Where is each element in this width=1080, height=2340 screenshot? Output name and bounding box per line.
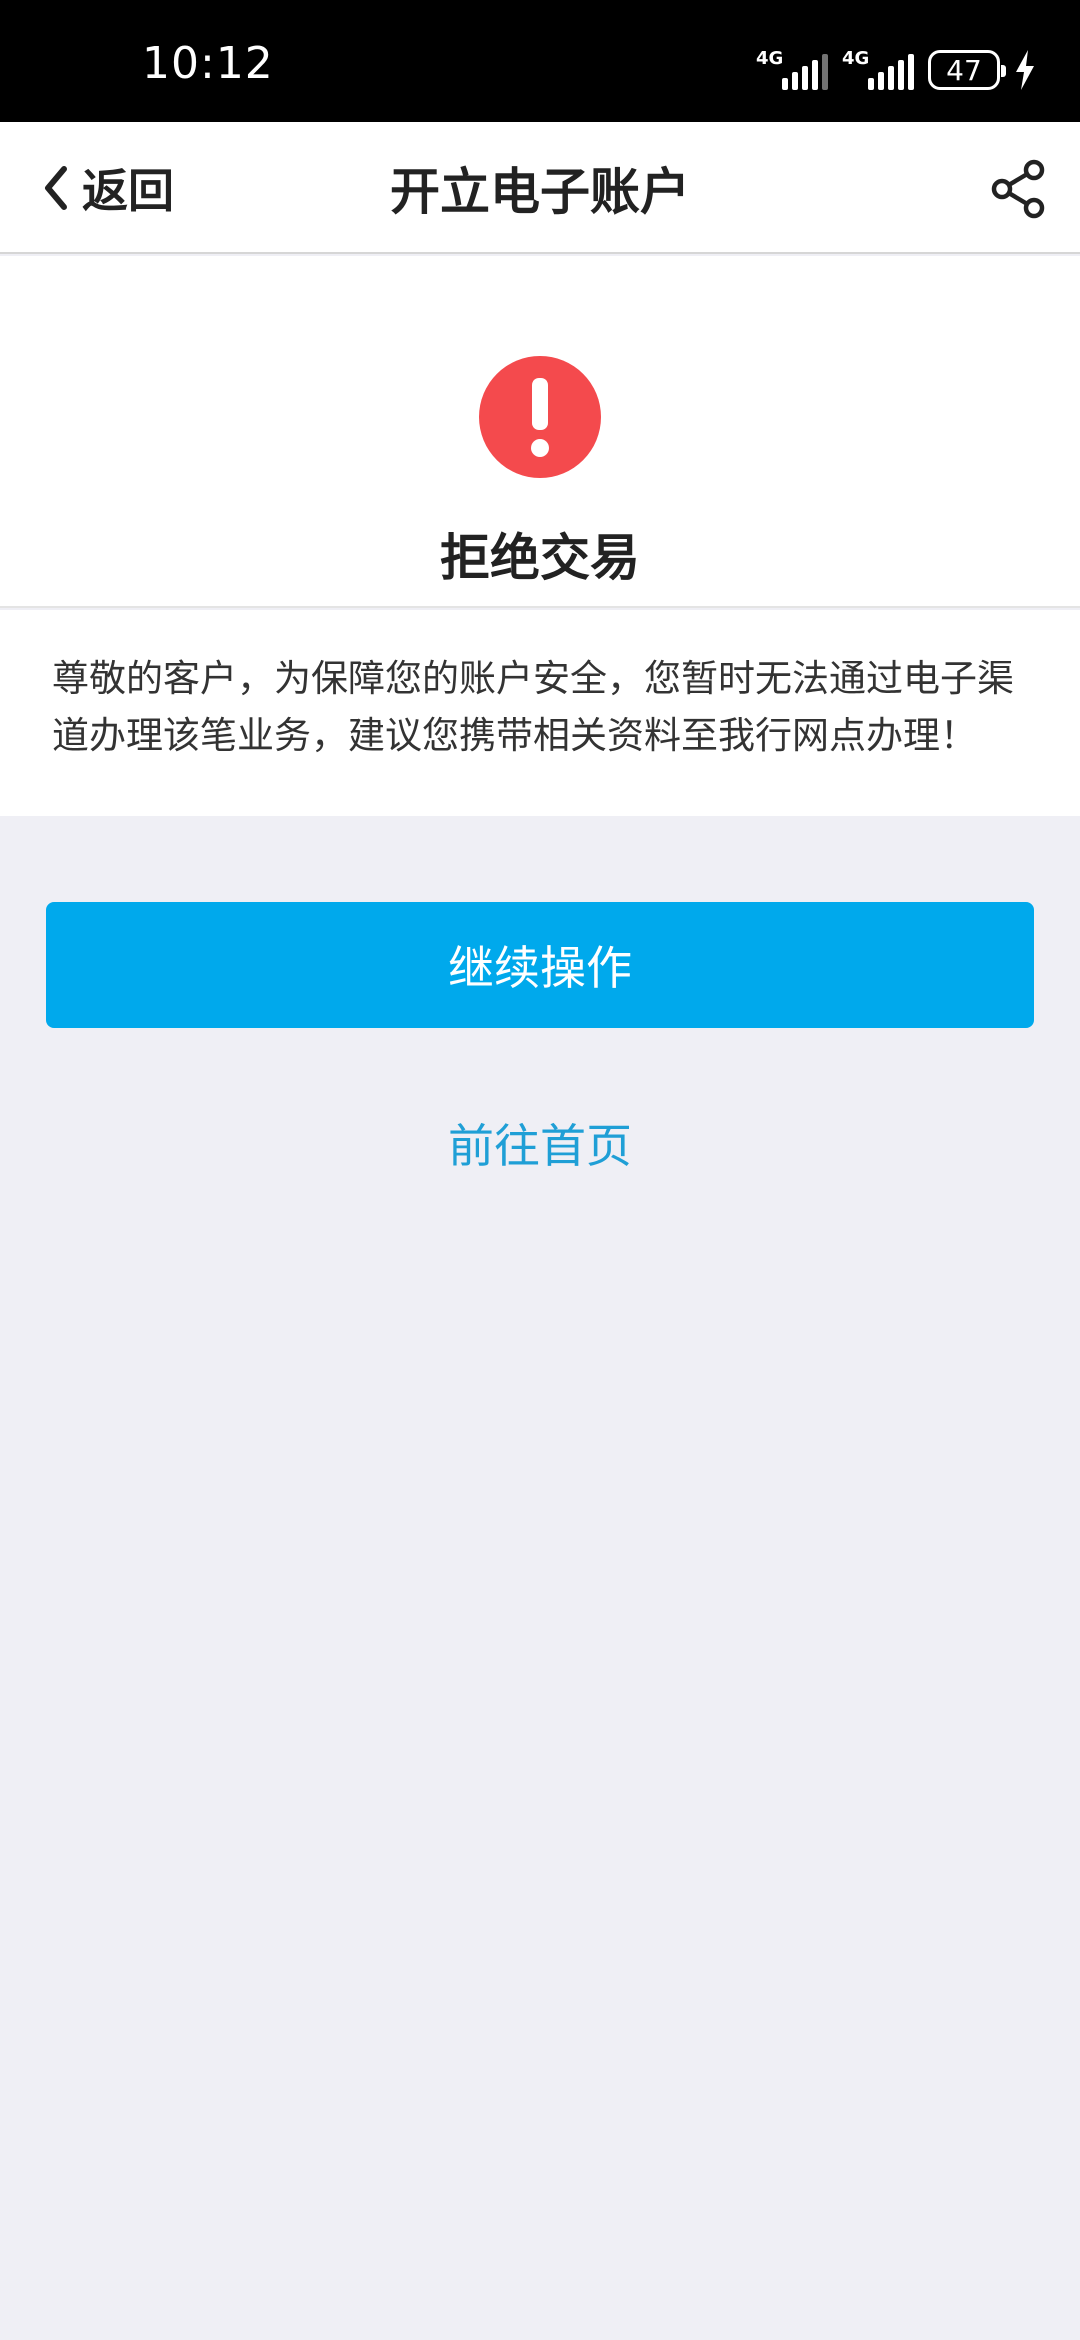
result-panel: 拒绝交易 — [0, 256, 1080, 608]
status-icons: 4G 4G 47 — [756, 46, 1036, 90]
battery-icon: 47 — [928, 50, 1006, 90]
signal-bars-icon — [868, 52, 914, 90]
result-title: 拒绝交易 — [440, 529, 640, 587]
message-panel: 尊敬的客户，为保障您的账户安全，您暂时无法通过电子渠道办理该笔业务，建议您携带相… — [0, 610, 1080, 816]
exclamation-circle-icon — [479, 356, 601, 478]
battery-level: 47 — [946, 53, 982, 87]
status-time: 10:12 — [142, 38, 274, 89]
continue-button[interactable]: 继续操作 — [46, 902, 1034, 1028]
result-message: 尊敬的客户，为保障您的账户安全，您暂时无法通过电子渠道办理该笔业务，建议您携带相… — [52, 657, 1014, 757]
network-type-label: 4G — [842, 48, 870, 69]
status-bar: 10:12 4G 4G 47 — [0, 0, 1080, 122]
lightning-bolt-icon — [1016, 50, 1034, 90]
back-label: 返回 — [82, 164, 174, 218]
signal-bars-icon — [782, 52, 828, 90]
chevron-left-icon — [45, 166, 67, 210]
go-home-link[interactable]: 前往首页 — [0, 1110, 1080, 1176]
network-type-label: 4G — [756, 48, 784, 69]
signal-2: 4G — [842, 48, 914, 90]
share-icon[interactable] — [988, 158, 1050, 220]
navigation-bar: 返回 开立电子账户 — [0, 122, 1080, 254]
signal-1: 4G — [756, 48, 828, 90]
back-button[interactable]: 返回 — [40, 122, 174, 254]
